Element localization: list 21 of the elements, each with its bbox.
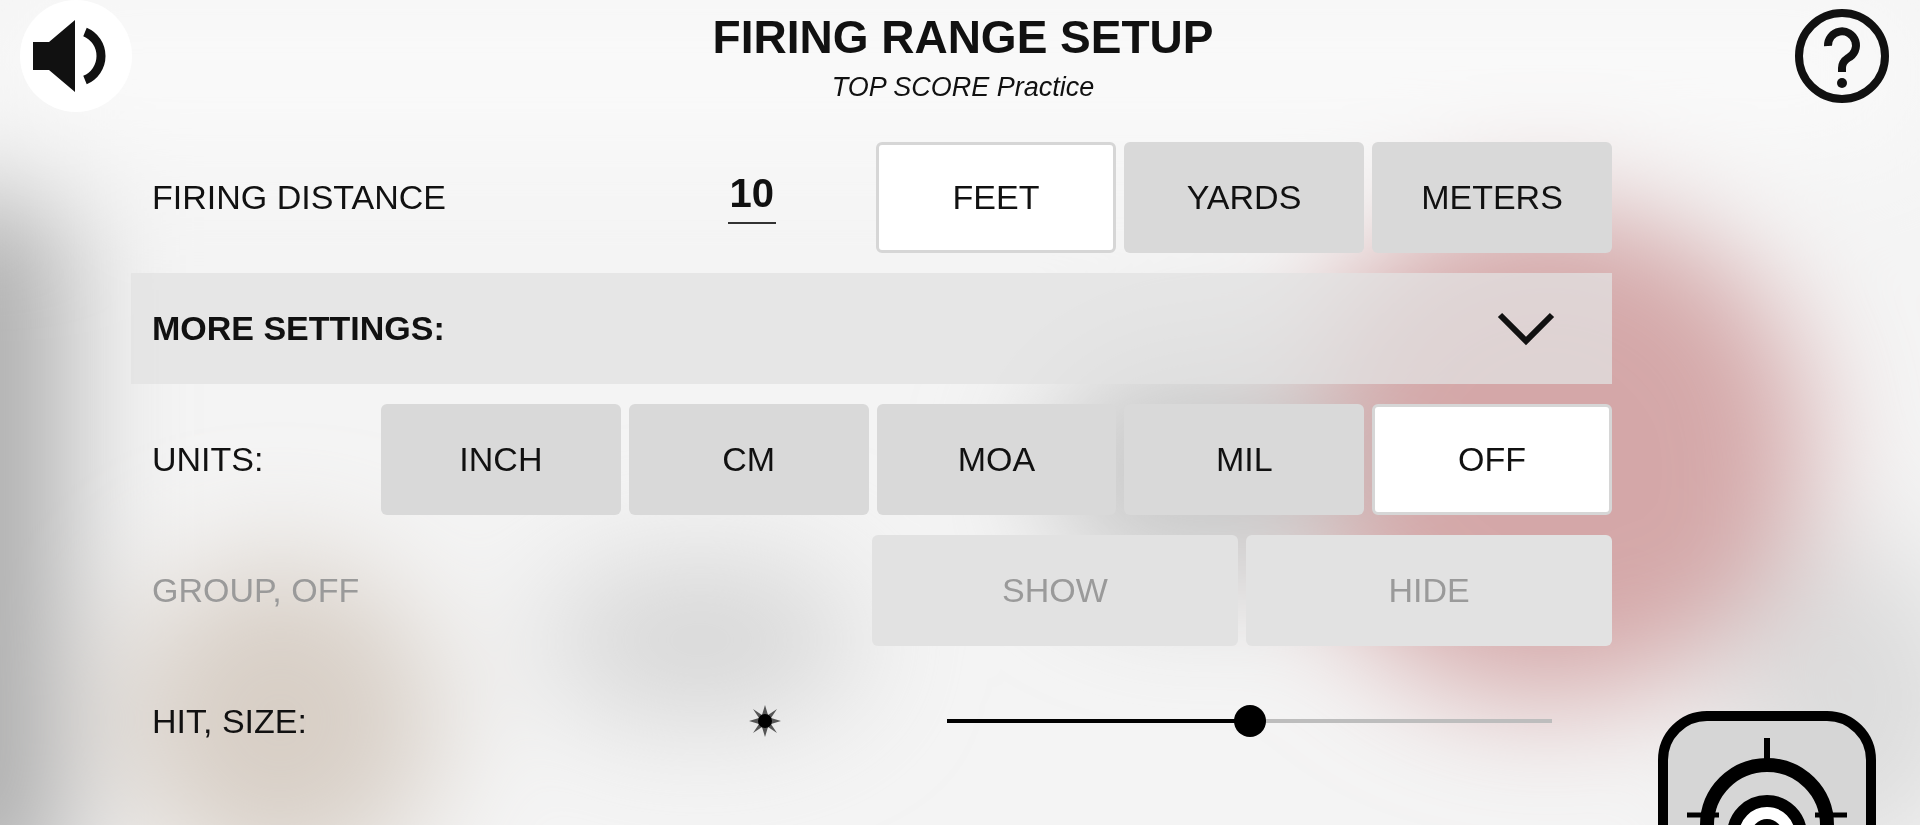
unit-button[interactable]: INCH (381, 404, 621, 515)
setting-label: GROUP, OFF (151, 571, 360, 610)
section-title: MORE SETTINGS: (152, 309, 445, 348)
unit-button[interactable]: CM (628, 404, 869, 515)
unit-button[interactable]: OFF (1372, 404, 1612, 515)
unit-button[interactable]: METERS (1372, 142, 1612, 253)
more-settings-bar[interactable]: MORE SETTINGS: (131, 273, 1612, 384)
setting-label: UNITS: (151, 440, 265, 479)
target-button[interactable] (1657, 710, 1877, 825)
setting-label: HIT, SIZE: (151, 701, 308, 741)
help-icon[interactable] (1794, 8, 1890, 104)
page-subtitle: TOP SCORE Practice (831, 72, 1095, 103)
unit-button[interactable]: YARDS (1124, 142, 1364, 253)
unit-button[interactable]: MIL (1124, 404, 1365, 515)
distance-field[interactable]: 10 (727, 171, 776, 224)
setting-label: FIRING DISTANCE (151, 178, 447, 217)
unit-button[interactable]: FEET (876, 142, 1116, 253)
slider-thumb[interactable] (1233, 705, 1266, 737)
unit-button[interactable]: MOA (876, 404, 1117, 515)
bullet-hole-icon (748, 704, 782, 738)
page-title: FIRING RANGE SETUP (712, 10, 1214, 64)
